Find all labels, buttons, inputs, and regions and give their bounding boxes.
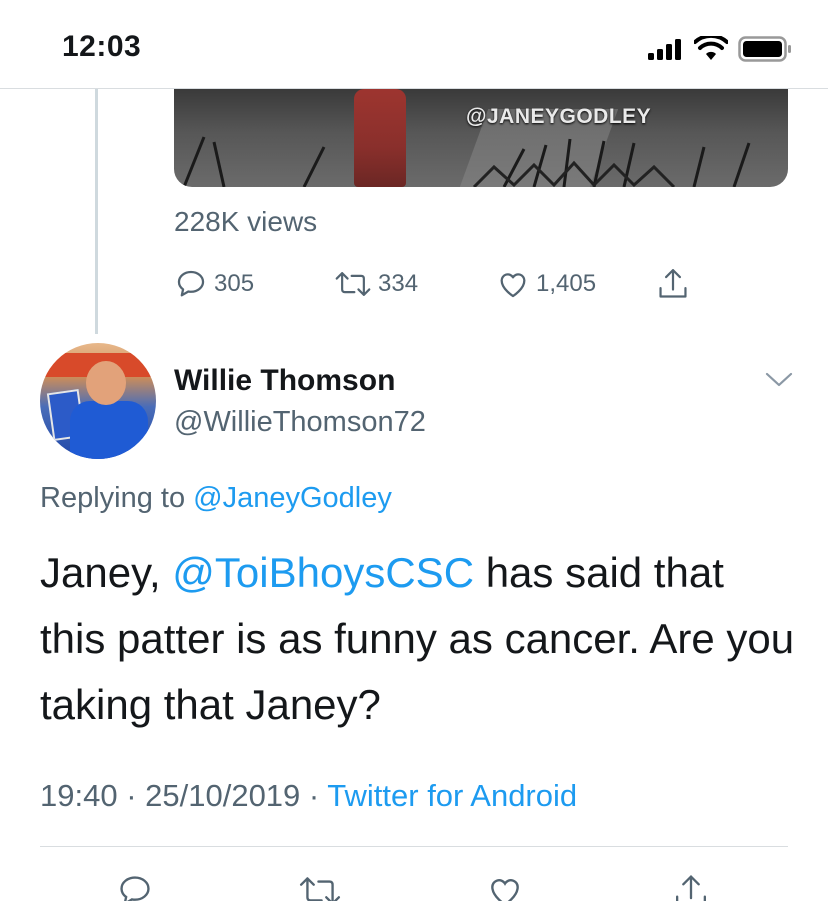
author-name[interactable]: Willie Thomson: [174, 364, 395, 398]
mention-link[interactable]: @ToiBhoysCSC: [172, 549, 474, 596]
heart-icon[interactable]: [486, 872, 524, 901]
wifi-icon: [694, 36, 728, 60]
tweet-timestamp-line: 19:40 · 25/10/2019 · Twitter for Android: [40, 778, 578, 813]
retweet-button[interactable]: 334: [334, 262, 418, 306]
heart-icon: [500, 273, 526, 298]
tweet-action-bar: 305 334 1,405: [174, 262, 714, 306]
replying-to-line: Replying to @JaneyGodley: [40, 482, 392, 515]
video-watermark: @JANEYGODLEY: [466, 105, 652, 128]
like-count: 1,405: [536, 270, 597, 297]
retweet-icon: [335, 272, 371, 296]
replying-to-label: Replying to: [40, 482, 194, 514]
signal-icon: [648, 39, 681, 60]
tweet-text: Janey, @ToiBhoysCSC has said that this p…: [40, 549, 795, 728]
thread-connector-line: [95, 89, 98, 334]
reply-count: 305: [214, 270, 255, 297]
share-button[interactable]: [656, 262, 690, 306]
author-handle[interactable]: @WillieThomson72: [174, 406, 426, 439]
meta-divider: [40, 846, 788, 847]
avatar[interactable]: [40, 343, 156, 459]
chevron-down-icon[interactable]: [764, 370, 794, 390]
reply-action-bar: [0, 866, 828, 901]
replying-to-link[interactable]: @JaneyGodley: [193, 482, 392, 514]
reply-icon: [177, 270, 205, 297]
share-icon: [659, 269, 687, 298]
tweet-video-thumbnail[interactable]: @JANEYGODLEY: [174, 89, 788, 187]
status-icons: [648, 34, 792, 64]
tweet-source-link[interactable]: Twitter for Android: [327, 778, 577, 813]
video-scene-railings: [182, 136, 751, 187]
retweet-count: 334: [378, 270, 419, 297]
tweet-time: 19:40: [40, 778, 118, 813]
retweet-icon[interactable]: [298, 872, 342, 901]
status-bar: 12:03: [0, 0, 828, 88]
like-button[interactable]: 1,405: [496, 262, 596, 306]
share-icon[interactable]: [672, 872, 710, 901]
video-views-count: 228K views: [174, 206, 318, 237]
reply-icon[interactable]: [116, 872, 154, 901]
battery-icon: [738, 36, 791, 62]
tweet-date: 25/10/2019: [145, 778, 301, 813]
status-time: 12:03: [62, 30, 142, 63]
reply-button[interactable]: 305: [174, 262, 254, 306]
